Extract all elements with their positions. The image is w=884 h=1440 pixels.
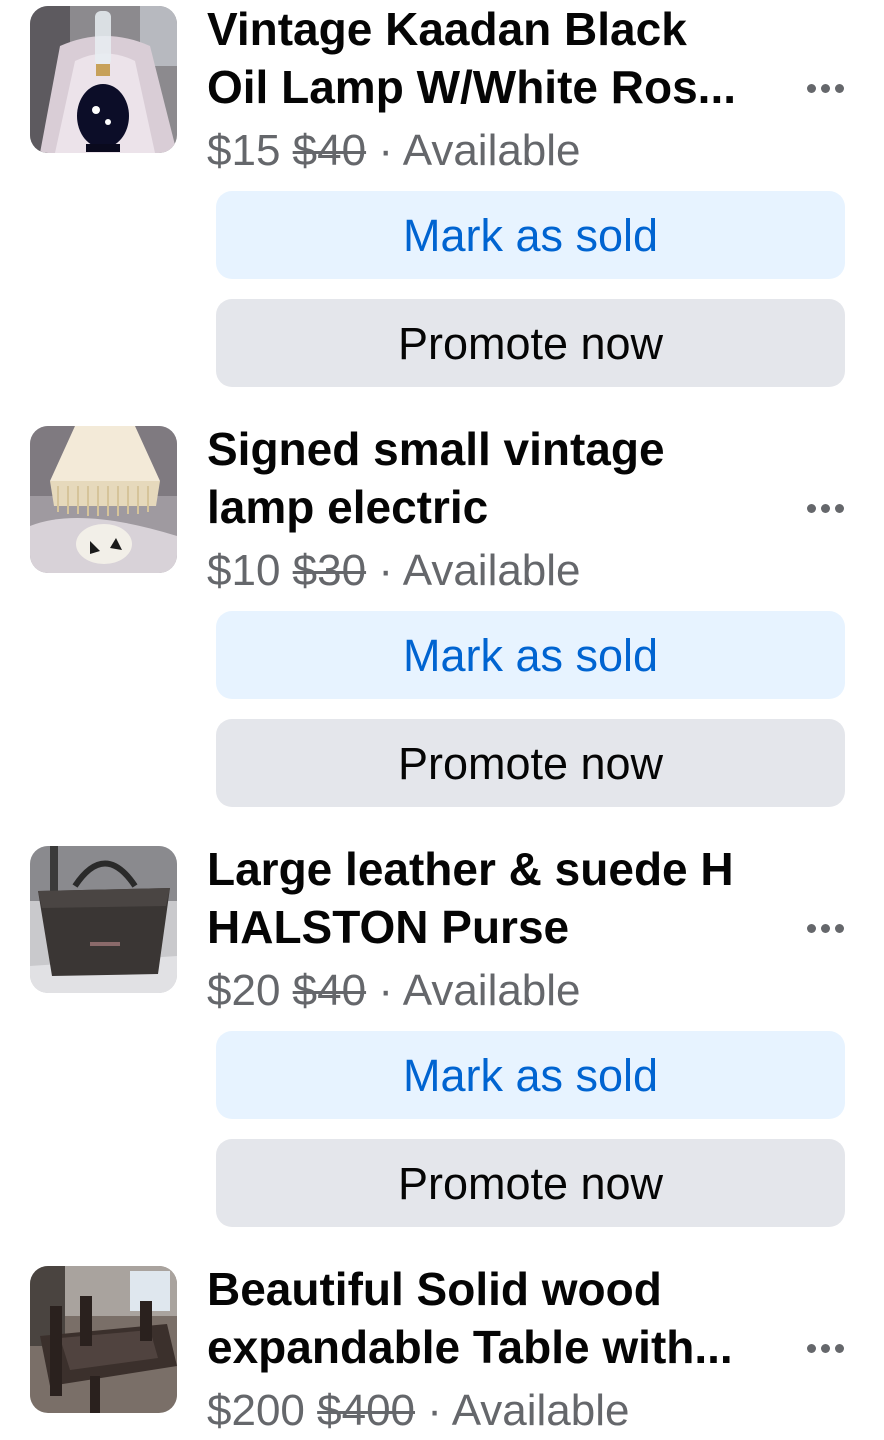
- more-options-icon[interactable]: [796, 484, 854, 532]
- listing-title-line: Vintage Kaadan Black: [207, 3, 687, 55]
- mark-as-sold-button[interactable]: Mark as sold: [216, 1031, 845, 1119]
- listing-thumbnail[interactable]: [30, 1266, 177, 1413]
- more-options-icon[interactable]: [796, 1324, 854, 1372]
- listing-title-line: HALSTON Purse: [207, 901, 570, 953]
- availability-status: Available: [451, 1386, 630, 1435]
- oil-lamp-image: [30, 6, 177, 153]
- promote-now-button[interactable]: Promote now: [216, 1139, 845, 1227]
- price-row: $10 $30 · Available: [207, 542, 581, 600]
- fringed-lamp-image: [30, 426, 177, 573]
- current-price: $10: [207, 546, 281, 595]
- more-options-icon[interactable]: [796, 904, 854, 952]
- listing-title[interactable]: Vintage Kaadan Black Oil Lamp W/White Ro…: [207, 0, 777, 116]
- wood-table-image: [30, 1266, 177, 1413]
- current-price: $20: [207, 966, 281, 1015]
- current-price: $200: [207, 1386, 305, 1435]
- price-row: $20 $40 · Available: [207, 962, 581, 1020]
- listing-title-line: Large leather & suede H: [207, 843, 734, 895]
- price-row: $200 $400 · Available: [207, 1382, 629, 1440]
- promote-now-button[interactable]: Promote now: [216, 719, 845, 807]
- listing-title[interactable]: Beautiful Solid wood expandable Table wi…: [207, 1260, 777, 1376]
- listing-title-line: lamp electric: [207, 481, 489, 533]
- separator: ·: [378, 126, 393, 175]
- promote-now-button[interactable]: Promote now: [216, 299, 845, 387]
- original-price: $40: [292, 126, 367, 175]
- separator: ·: [378, 966, 393, 1015]
- more-options-icon[interactable]: [796, 64, 854, 112]
- availability-status: Available: [402, 126, 581, 175]
- original-price: $40: [292, 966, 367, 1015]
- listing-title-line: Beautiful Solid wood: [207, 1263, 662, 1315]
- leather-purse-image: [30, 846, 177, 993]
- listing-title[interactable]: Large leather & suede H HALSTON Purse: [207, 840, 777, 956]
- availability-status: Available: [402, 546, 581, 595]
- original-price: $30: [292, 546, 367, 595]
- listing-title-line: Oil Lamp W/White Ros...: [207, 61, 736, 113]
- listing-title-line: Signed small vintage: [207, 423, 665, 475]
- mark-as-sold-button[interactable]: Mark as sold: [216, 191, 845, 279]
- listing-title-line: expandable Table with...: [207, 1321, 733, 1373]
- listing-thumbnail[interactable]: [30, 426, 177, 573]
- separator: ·: [378, 546, 393, 595]
- mark-as-sold-button[interactable]: Mark as sold: [216, 611, 845, 699]
- listing-thumbnail[interactable]: [30, 6, 177, 153]
- original-price: $400: [317, 1386, 416, 1435]
- availability-status: Available: [402, 966, 581, 1015]
- separator: ·: [427, 1386, 442, 1435]
- current-price: $15: [207, 126, 281, 175]
- listing-title[interactable]: Signed small vintage lamp electric: [207, 420, 777, 536]
- listing-thumbnail[interactable]: [30, 846, 177, 993]
- price-row: $15 $40 · Available: [207, 122, 581, 180]
